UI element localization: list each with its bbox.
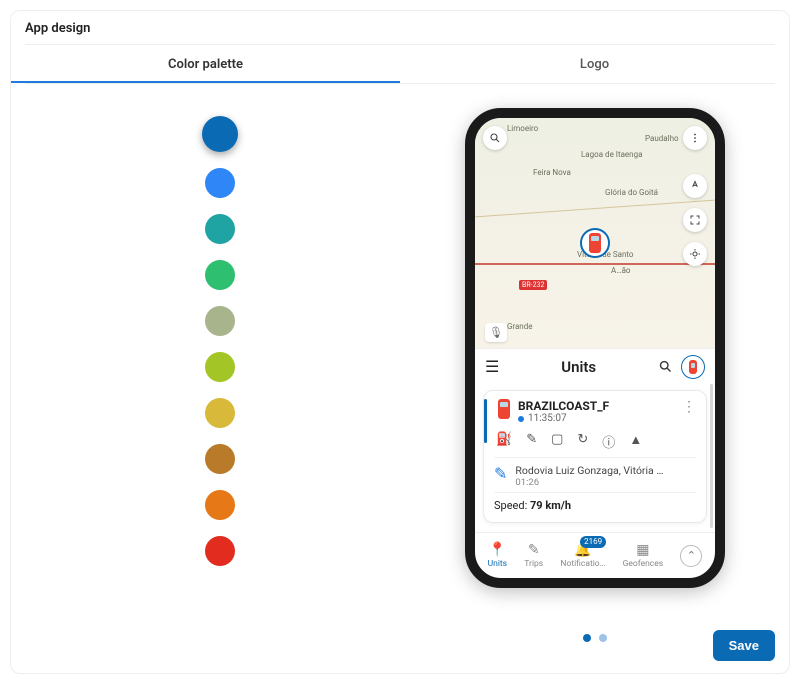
locate-icon <box>689 248 701 260</box>
info-icon[interactable]: ⓘ <box>602 432 615 451</box>
trip-icon: ✎ <box>494 464 507 488</box>
section-title: App design <box>11 21 789 44</box>
speed-row: Speed: 79 km/h <box>494 492 696 512</box>
phone-frame: BR-232 LimoeiroPaudalhoLagoa de ItaengaF… <box>465 108 725 588</box>
locate-button[interactable] <box>683 242 707 266</box>
fullscreen-button[interactable] <box>683 208 707 232</box>
road-badge: BR-232 <box>519 280 547 290</box>
color-swatch[interactable] <box>205 490 235 520</box>
map-road-major <box>475 263 715 265</box>
menu-button[interactable]: ☰ <box>485 357 499 376</box>
unit-action-row: ⛽ ✎ ▢ ↻ ⓘ ▲ <box>494 424 696 457</box>
share-icon[interactable]: ↻ <box>577 432 588 451</box>
fuel-icon[interactable]: ⛽ <box>496 432 512 451</box>
bottom-nav: 📍 Units ✎ Trips 🔔2169 Notificatio… ▦ Geo… <box>475 532 715 578</box>
car-icon <box>589 233 601 253</box>
tab-logo[interactable]: Logo <box>400 45 789 83</box>
map-place-label: Glória do Goitá <box>605 188 658 197</box>
color-swatch[interactable] <box>205 352 235 382</box>
carousel-pager <box>583 634 607 642</box>
color-swatch[interactable] <box>205 168 235 198</box>
bottom-sheet-header: ☰ Units <box>475 348 715 384</box>
trips-icon: ✎ <box>528 542 540 558</box>
color-swatch[interactable] <box>205 260 235 290</box>
locate-unit-icon[interactable]: ▲ <box>629 432 642 451</box>
color-swatch[interactable] <box>205 398 235 428</box>
color-swatch[interactable] <box>202 116 238 152</box>
content: BR-232 LimoeiroPaudalhoLagoa de ItaengaF… <box>11 84 789 614</box>
tabs: Color palette Logo <box>11 45 789 83</box>
sheet-search-button[interactable] <box>658 359 673 374</box>
compass-icon <box>689 180 701 192</box>
map-place-label: Lagoa de Itaenga <box>581 150 642 159</box>
nav-units[interactable]: 📍 Units <box>488 542 507 569</box>
color-swatch[interactable] <box>205 536 235 566</box>
bell-icon: 🔔2169 <box>574 542 591 558</box>
trip-time: 01:26 <box>515 477 663 488</box>
save-button[interactable]: Save <box>713 630 775 661</box>
map-road-minor <box>475 200 714 218</box>
color-swatch[interactable] <box>205 306 235 336</box>
unit-more-button[interactable]: ⋮ <box>682 399 696 415</box>
cube-icon[interactable]: ▢ <box>551 432 563 451</box>
nav-expand-button[interactable]: ⌃ <box>680 545 702 567</box>
nav-notifications[interactable]: 🔔2169 Notificatio… <box>560 542 605 569</box>
color-swatch[interactable] <box>205 444 235 474</box>
unit-card[interactable]: BRAZILCOAST_F 11:35:07 ⋮ ⛽ ✎ ▢ ↻ ⓘ ▲ <box>483 390 707 523</box>
tab-underline <box>11 81 400 83</box>
vehicle-pin[interactable] <box>580 228 610 258</box>
more-vert-icon <box>689 132 701 144</box>
geofence-icon: ▦ <box>636 542 649 558</box>
map-search-button[interactable] <box>483 126 507 150</box>
nav-trips[interactable]: ✎ Trips <box>524 542 543 569</box>
fullscreen-icon <box>689 214 701 226</box>
app-design-card: App design Color palette Logo BR-232 Lim… <box>10 10 790 674</box>
map-place-label: Feira Nova <box>533 168 571 177</box>
scroll-indicator[interactable] <box>710 384 713 528</box>
color-swatch[interactable] <box>205 214 235 244</box>
pin-icon: 📍 <box>489 542 506 558</box>
search-icon <box>658 359 673 374</box>
pager-dot[interactable] <box>599 634 607 642</box>
unit-name: BRAZILCOAST_F <box>518 399 609 413</box>
tab-color-palette[interactable]: Color palette <box>11 45 400 83</box>
map-view[interactable]: BR-232 LimoeiroPaudalhoLagoa de ItaengaF… <box>475 118 715 348</box>
route-icon[interactable]: ✎ <box>526 432 537 451</box>
color-swatch-list <box>25 108 415 614</box>
map-place-label: A…ão <box>611 266 630 275</box>
pager-dot[interactable] <box>583 634 591 642</box>
notif-badge: 2169 <box>580 536 606 548</box>
car-icon <box>689 360 697 374</box>
mic-button[interactable]: 🎙 <box>485 323 507 342</box>
unit-time: 11:35:07 <box>518 413 609 424</box>
unit-avatar-button[interactable] <box>681 355 705 379</box>
map-more-button[interactable] <box>683 126 707 150</box>
compass-button[interactable] <box>683 174 707 198</box>
car-icon <box>498 399 510 419</box>
sheet-title: Units <box>561 358 596 376</box>
status-dot-icon <box>518 416 524 422</box>
trip-address: Rodovia Luiz Gonzaga, Vitória … <box>515 464 663 477</box>
nav-geofences[interactable]: ▦ Geofences <box>623 542 664 569</box>
search-icon <box>489 132 501 144</box>
phone-preview-area: BR-232 LimoeiroPaudalhoLagoa de ItaengaF… <box>415 108 775 614</box>
